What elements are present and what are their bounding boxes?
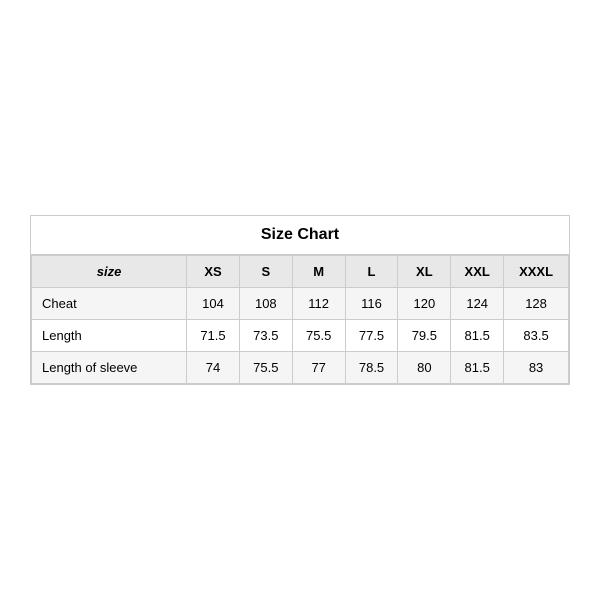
cell-value: 75.5 (239, 352, 292, 384)
cell-value: 120 (398, 288, 451, 320)
cell-value: 83 (504, 352, 569, 384)
size-column-header: size (32, 256, 187, 288)
col-header-l: L (345, 256, 398, 288)
table-row: Length of sleeve7475.57778.58081.583 (32, 352, 569, 384)
cell-value: 81.5 (451, 320, 504, 352)
cell-value: 77.5 (345, 320, 398, 352)
cell-value: 77 (292, 352, 345, 384)
cell-value: 78.5 (345, 352, 398, 384)
size-table: size XS S M L XL XXL XXXL Cheat104108112… (31, 255, 569, 384)
cell-value: 108 (239, 288, 292, 320)
table-row: Cheat104108112116120124128 (32, 288, 569, 320)
table-title: Size Chart (31, 216, 569, 255)
col-header-xxl: XXL (451, 256, 504, 288)
cell-value: 74 (187, 352, 240, 384)
row-label: Length (32, 320, 187, 352)
cell-value: 112 (292, 288, 345, 320)
cell-value: 83.5 (504, 320, 569, 352)
cell-value: 124 (451, 288, 504, 320)
row-label: Cheat (32, 288, 187, 320)
col-header-s: S (239, 256, 292, 288)
cell-value: 116 (345, 288, 398, 320)
size-chart-container: Size Chart size XS S M L XL XXL XXXL Che… (30, 215, 570, 385)
cell-value: 79.5 (398, 320, 451, 352)
cell-value: 104 (187, 288, 240, 320)
cell-value: 73.5 (239, 320, 292, 352)
table-header-row: size XS S M L XL XXL XXXL (32, 256, 569, 288)
table-body: Cheat104108112116120124128Length71.573.5… (32, 288, 569, 384)
cell-value: 128 (504, 288, 569, 320)
table-row: Length71.573.575.577.579.581.583.5 (32, 320, 569, 352)
row-label: Length of sleeve (32, 352, 187, 384)
cell-value: 75.5 (292, 320, 345, 352)
col-header-xs: XS (187, 256, 240, 288)
col-header-xxxl: XXXL (504, 256, 569, 288)
cell-value: 80 (398, 352, 451, 384)
cell-value: 81.5 (451, 352, 504, 384)
col-header-xl: XL (398, 256, 451, 288)
cell-value: 71.5 (187, 320, 240, 352)
col-header-m: M (292, 256, 345, 288)
